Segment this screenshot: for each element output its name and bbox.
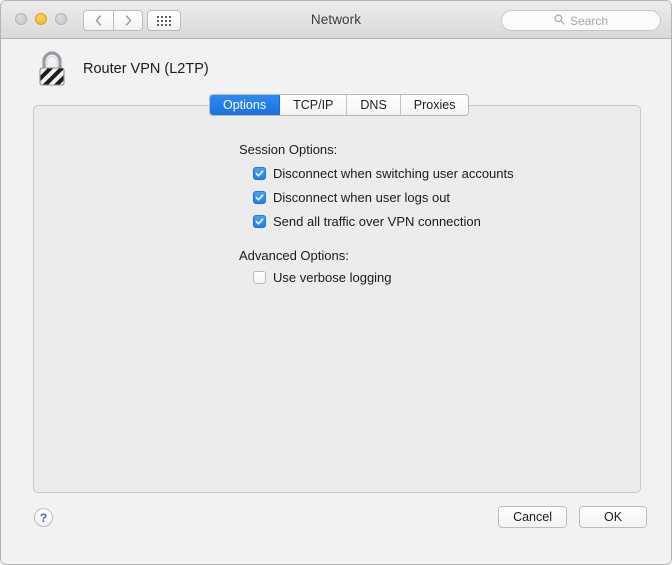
- session-options-label: Session Options:: [239, 142, 338, 157]
- cancel-button[interactable]: Cancel: [498, 506, 567, 528]
- checkmark-icon: [255, 218, 264, 225]
- vpn-service-header: Router VPN (L2TP): [33, 49, 209, 89]
- help-button[interactable]: ?: [34, 508, 53, 527]
- checkbox-label-disconnect-switching-users: Disconnect when switching user accounts: [273, 166, 514, 181]
- vpn-lock-icon: [33, 49, 71, 89]
- dialog-buttons: Cancel OK: [498, 506, 647, 528]
- search-field[interactable]: Search: [501, 10, 661, 31]
- checkbox-disconnect-logout[interactable]: [253, 191, 266, 204]
- checkbox-row-verbose-logging[interactable]: Use verbose logging: [253, 270, 392, 285]
- checkbox-send-all-traffic[interactable]: [253, 215, 266, 228]
- checkbox-disconnect-switching-users[interactable]: [253, 167, 266, 180]
- checkbox-row-send-all-traffic[interactable]: Send all traffic over VPN connection: [253, 214, 481, 229]
- checkbox-verbose-logging[interactable]: [253, 271, 266, 284]
- tab-options[interactable]: Options: [210, 95, 281, 115]
- vpn-service-name: Router VPN (L2TP): [83, 61, 209, 77]
- checkbox-label-send-all-traffic: Send all traffic over VPN connection: [273, 214, 481, 229]
- settings-tabbar: Options TCP/IP DNS Proxies: [209, 94, 470, 116]
- checkbox-row-disconnect-switching-users[interactable]: Disconnect when switching user accounts: [253, 166, 514, 181]
- network-preferences-window: Network Search Router VPN (L2TP) Options…: [0, 0, 672, 565]
- window-titlebar: Network Search: [1, 1, 671, 39]
- tab-dns[interactable]: DNS: [347, 95, 401, 115]
- options-panel: [33, 105, 641, 493]
- checkbox-row-disconnect-logout[interactable]: Disconnect when user logs out: [253, 190, 450, 205]
- checkbox-label-verbose-logging: Use verbose logging: [273, 270, 392, 285]
- search-icon: [554, 12, 565, 30]
- ok-button[interactable]: OK: [579, 506, 647, 528]
- checkmark-icon: [255, 194, 264, 201]
- search-placeholder: Search: [569, 13, 609, 28]
- checkbox-label-disconnect-logout: Disconnect when user logs out: [273, 190, 451, 205]
- advanced-options-label: Advanced Options:: [239, 248, 349, 263]
- tab-tcpip[interactable]: TCP/IP: [280, 95, 348, 115]
- tab-proxies[interactable]: Proxies: [400, 95, 469, 115]
- checkmark-icon: [255, 170, 264, 177]
